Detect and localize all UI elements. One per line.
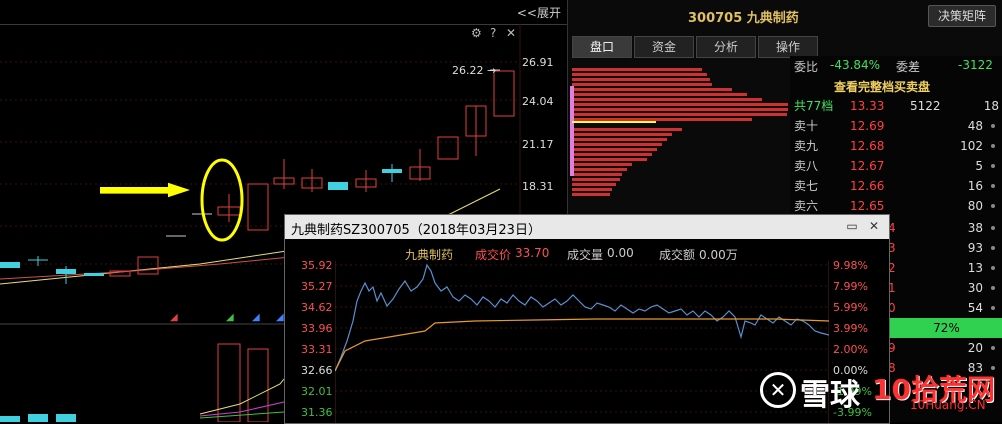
stock-title: 300705 九典制药: [688, 11, 799, 26]
price-tick-left: 31.36: [301, 406, 333, 419]
expand-button[interactable]: <<展开: [517, 4, 561, 21]
watermark: ✕ 雪球 10拾荒网 10Huang.CN: [760, 366, 1000, 422]
close-icon[interactable]: ✕: [867, 219, 881, 233]
legend-price-value: 33.70: [515, 246, 550, 260]
tab-funds[interactable]: 资金: [634, 36, 694, 58]
minimize-icon[interactable]: ▭: [845, 219, 859, 233]
ratio-badge: 72%: [890, 318, 1002, 338]
weicha-value: -3122: [958, 58, 993, 72]
price-tick: 24.04: [522, 95, 554, 108]
svg-text:◢: ◢: [226, 312, 234, 323]
pct-tick-right: 3.99%: [833, 322, 868, 335]
intraday-chart: [335, 261, 829, 423]
tab-analysis[interactable]: 分析: [696, 36, 756, 58]
total-row: 共77档 13.33 5122 18: [794, 99, 999, 113]
ask-row[interactable]: 卖七 12.66 16: [790, 176, 1002, 196]
price-tick-left: 34.62: [301, 301, 333, 314]
high-annotation: 26.22 →: [452, 64, 497, 77]
brand-xueqiu: 雪球: [800, 378, 860, 413]
price-tick: 26.91: [522, 56, 554, 69]
depth-histogram: [570, 68, 788, 196]
ask-row[interactable]: 卖九 12.68 102: [790, 136, 1002, 156]
pct-tick-right: 9.98%: [833, 259, 868, 272]
pct-tick-right: 5.99%: [833, 301, 868, 314]
price-tick: 21.17: [522, 138, 554, 151]
ask-row[interactable]: 卖八 12.67 5: [790, 156, 1002, 176]
svg-text:◢: ◢: [252, 312, 260, 323]
full-book-link[interactable]: 查看完整档买卖盘: [834, 78, 930, 95]
weibi-label: 委比: [794, 60, 819, 74]
price-tick-left: 35.27: [301, 280, 333, 293]
svg-text:◢: ◢: [170, 312, 178, 323]
pct-tick-right: 2.00%: [833, 343, 868, 356]
brand-site: 10Huang.CN: [910, 398, 986, 412]
tab-operation[interactable]: 操作: [758, 36, 818, 58]
price-tick-left: 32.66: [301, 364, 333, 377]
price-tick: 18.31: [522, 180, 554, 193]
price-tick-left: 33.31: [301, 343, 333, 356]
popup-title: 九典制药SZ300705（2018年03月23日）: [291, 223, 541, 238]
decision-matrix-button[interactable]: 决策矩阵: [928, 5, 996, 27]
weicha-label: 委差: [896, 60, 921, 74]
kline-toolbar: [0, 0, 567, 25]
price-tick-left: 32.01: [301, 385, 333, 398]
price-tick-left: 35.92: [301, 259, 333, 272]
xueqiu-logo-icon: ✕: [760, 372, 796, 408]
pct-tick-right: 7.99%: [833, 280, 868, 293]
svg-text:◢: ◢: [276, 312, 284, 323]
price-tick-left: 33.96: [301, 322, 333, 335]
weibi-value: -43.84%: [830, 58, 881, 72]
tab-pankou[interactable]: 盘口: [572, 36, 632, 58]
ask-row[interactable]: 卖六 12.65 80: [790, 196, 1002, 216]
highlight-circle: [200, 158, 244, 242]
ask-row[interactable]: 卖十 12.69 48: [790, 116, 1002, 136]
legend-volume-value: 0.00: [607, 246, 634, 260]
